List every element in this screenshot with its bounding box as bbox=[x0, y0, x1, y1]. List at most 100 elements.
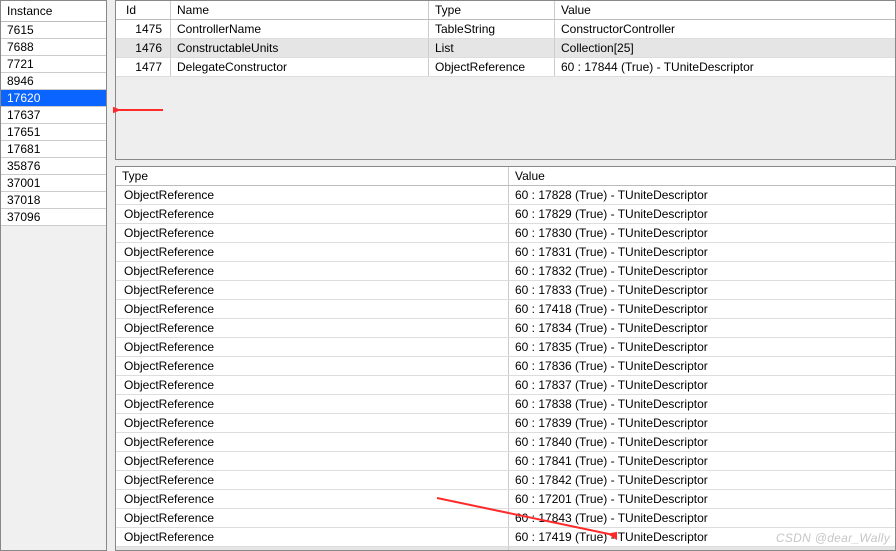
collection-row[interactable]: ObjectReference60 : 17418 (True) - TUnit… bbox=[116, 300, 895, 319]
cell-id: 1477 bbox=[116, 58, 171, 76]
collection-row[interactable]: ObjectReference60 : 17839 (True) - TUnit… bbox=[116, 414, 895, 433]
collection-grid-body: ObjectReference60 : 17828 (True) - TUnit… bbox=[116, 186, 895, 550]
col-header-value[interactable]: Value bbox=[555, 1, 895, 19]
cell-value: 60 : 17834 (True) - TUniteDescriptor bbox=[509, 319, 895, 337]
instance-row[interactable]: 17637 bbox=[1, 107, 106, 124]
cell-type: ObjectReference bbox=[116, 490, 509, 508]
cell-type: ObjectReference bbox=[116, 414, 509, 432]
cell-value: 60 : 17837 (True) - TUniteDescriptor bbox=[509, 376, 895, 394]
col-header-id[interactable]: Id bbox=[116, 1, 171, 19]
collection-row[interactable]: ObjectReference60 : 17843 (True) - TUnit… bbox=[116, 509, 895, 528]
instance-row[interactable]: 37018 bbox=[1, 192, 106, 209]
cell-value: Collection[25] bbox=[555, 39, 895, 57]
cell-value: 60 : 17844 (True) - TUniteDescriptor bbox=[555, 58, 895, 76]
instance-row[interactable]: 17620 bbox=[1, 90, 106, 107]
cell-value: 60 : 17843 (True) - TUniteDescriptor bbox=[509, 509, 895, 527]
cell-value: 60 : 17842 (True) - TUniteDescriptor bbox=[509, 471, 895, 489]
cell-type: ObjectReference bbox=[116, 281, 509, 299]
collection-row[interactable]: ObjectReference60 : 17829 (True) - TUnit… bbox=[116, 205, 895, 224]
instance-row[interactable]: 37001 bbox=[1, 175, 106, 192]
cell-value: 60 : 17831 (True) - TUniteDescriptor bbox=[509, 243, 895, 261]
property-row[interactable]: 1475ControllerNameTableStringConstructor… bbox=[116, 20, 895, 39]
collection-row[interactable]: ObjectReference60 : 17834 (True) - TUnit… bbox=[116, 319, 895, 338]
property-row[interactable]: 1476ConstructableUnitsListCollection[25] bbox=[116, 39, 895, 58]
instance-row[interactable]: 17681 bbox=[1, 141, 106, 158]
cell-value: 60 : 17201 (True) - TUniteDescriptor bbox=[509, 490, 895, 508]
cell-value: 60 : 17419 (True) - TUniteDescriptor bbox=[509, 528, 895, 546]
collection-row[interactable]: ObjectReference60 : 17830 (True) - TUnit… bbox=[116, 224, 895, 243]
cell-value: 60 : 17841 (True) - TUniteDescriptor bbox=[509, 452, 895, 470]
collection-row[interactable]: ObjectReference60 : 17838 (True) - TUnit… bbox=[116, 395, 895, 414]
collection-row[interactable]: ObjectReference60 : 17831 (True) - TUnit… bbox=[116, 243, 895, 262]
cell-name: ConstructableUnits bbox=[171, 39, 429, 57]
instance-row[interactable]: 37096 bbox=[1, 209, 106, 226]
property-row[interactable]: 1477DelegateConstructorObjectReference60… bbox=[116, 58, 895, 77]
cell-type: ObjectReference bbox=[116, 262, 509, 280]
cell-type: ObjectReference bbox=[116, 338, 509, 356]
collection-grid: Type Value ObjectReference60 : 17828 (Tr… bbox=[115, 166, 896, 551]
cell-value: 60 : 17828 (True) - TUniteDescriptor bbox=[509, 186, 895, 204]
collection-row[interactable]: ObjectReference60 : 17835 (True) - TUnit… bbox=[116, 338, 895, 357]
cell-type: ObjectReference bbox=[116, 509, 509, 527]
cell-type: ObjectReference bbox=[116, 243, 509, 261]
col-header-type[interactable]: Type bbox=[116, 167, 509, 185]
collection-row[interactable]: ObjectReference60 : 17833 (True) - TUnit… bbox=[116, 281, 895, 300]
instance-list-header[interactable]: Instance bbox=[1, 1, 106, 22]
cell-type: ObjectReference bbox=[116, 300, 509, 318]
instance-row[interactable]: 7615 bbox=[1, 22, 106, 39]
instance-list-body: 7615768877218946176201763717651176813587… bbox=[1, 22, 106, 226]
properties-grid-header[interactable]: Id Name Type Value bbox=[116, 1, 895, 20]
collection-row[interactable]: ObjectReference60 : 17840 (True) - TUnit… bbox=[116, 433, 895, 452]
cell-type: ObjectReference bbox=[116, 205, 509, 223]
collection-row[interactable]: ObjectReference60 : 17828 (True) - TUnit… bbox=[116, 186, 895, 205]
cell-value: 60 : 7270 (True) - TUniteDescriptor bbox=[509, 547, 895, 550]
cell-value: 60 : 17836 (True) - TUniteDescriptor bbox=[509, 357, 895, 375]
collection-row[interactable]: ObjectReference60 : 17419 (True) - TUnit… bbox=[116, 528, 895, 547]
cell-type: ObjectReference bbox=[429, 58, 555, 76]
cell-type: ObjectReference bbox=[116, 471, 509, 489]
cell-value: 60 : 17829 (True) - TUniteDescriptor bbox=[509, 205, 895, 223]
instance-row[interactable]: 7721 bbox=[1, 56, 106, 73]
instance-row[interactable]: 35876 bbox=[1, 158, 106, 175]
collection-row[interactable]: ObjectReference60 : 7270 (True) - TUnite… bbox=[116, 547, 895, 550]
properties-grid-filler bbox=[116, 77, 895, 159]
cell-type: List bbox=[429, 39, 555, 57]
cell-type: ObjectReference bbox=[116, 452, 509, 470]
collection-row[interactable]: ObjectReference60 : 17837 (True) - TUnit… bbox=[116, 376, 895, 395]
cell-value: 60 : 17830 (True) - TUniteDescriptor bbox=[509, 224, 895, 242]
col-header-type[interactable]: Type bbox=[429, 1, 555, 19]
instance-row[interactable]: 7688 bbox=[1, 39, 106, 56]
collection-row[interactable]: ObjectReference60 : 17842 (True) - TUnit… bbox=[116, 471, 895, 490]
cell-type: ObjectReference bbox=[116, 433, 509, 451]
cell-value: 60 : 17832 (True) - TUniteDescriptor bbox=[509, 262, 895, 280]
collection-row[interactable]: ObjectReference60 : 17201 (True) - TUnit… bbox=[116, 490, 895, 509]
collection-row[interactable]: ObjectReference60 : 17841 (True) - TUnit… bbox=[116, 452, 895, 471]
cell-name: DelegateConstructor bbox=[171, 58, 429, 76]
cell-value: ConstructorController bbox=[555, 20, 895, 38]
cell-value: 60 : 17840 (True) - TUniteDescriptor bbox=[509, 433, 895, 451]
cell-type: ObjectReference bbox=[116, 528, 509, 546]
collection-row[interactable]: ObjectReference60 : 17836 (True) - TUnit… bbox=[116, 357, 895, 376]
cell-value: 60 : 17833 (True) - TUniteDescriptor bbox=[509, 281, 895, 299]
cell-id: 1476 bbox=[116, 39, 171, 57]
instance-list-filler bbox=[1, 226, 106, 550]
instance-list-panel: Instance 7615768877218946176201763717651… bbox=[0, 0, 107, 551]
instance-header-label: Instance bbox=[1, 1, 106, 22]
cell-value: 60 : 17835 (True) - TUniteDescriptor bbox=[509, 338, 895, 356]
cell-value: 60 : 17839 (True) - TUniteDescriptor bbox=[509, 414, 895, 432]
collection-row[interactable]: ObjectReference60 : 17832 (True) - TUnit… bbox=[116, 262, 895, 281]
cell-value: 60 : 17418 (True) - TUniteDescriptor bbox=[509, 300, 895, 318]
cell-type: TableString bbox=[429, 20, 555, 38]
cell-value: 60 : 17838 (True) - TUniteDescriptor bbox=[509, 395, 895, 413]
cell-id: 1475 bbox=[116, 20, 171, 38]
cell-type: ObjectReference bbox=[116, 547, 509, 550]
instance-row[interactable]: 8946 bbox=[1, 73, 106, 90]
cell-type: ObjectReference bbox=[116, 357, 509, 375]
collection-grid-header[interactable]: Type Value bbox=[116, 167, 895, 186]
right-pane: Id Name Type Value 1475ControllerNameTab… bbox=[107, 0, 896, 551]
col-header-name[interactable]: Name bbox=[171, 1, 429, 19]
instance-row[interactable]: 17651 bbox=[1, 124, 106, 141]
cell-type: ObjectReference bbox=[116, 376, 509, 394]
cell-type: ObjectReference bbox=[116, 186, 509, 204]
col-header-value[interactable]: Value bbox=[509, 167, 895, 185]
